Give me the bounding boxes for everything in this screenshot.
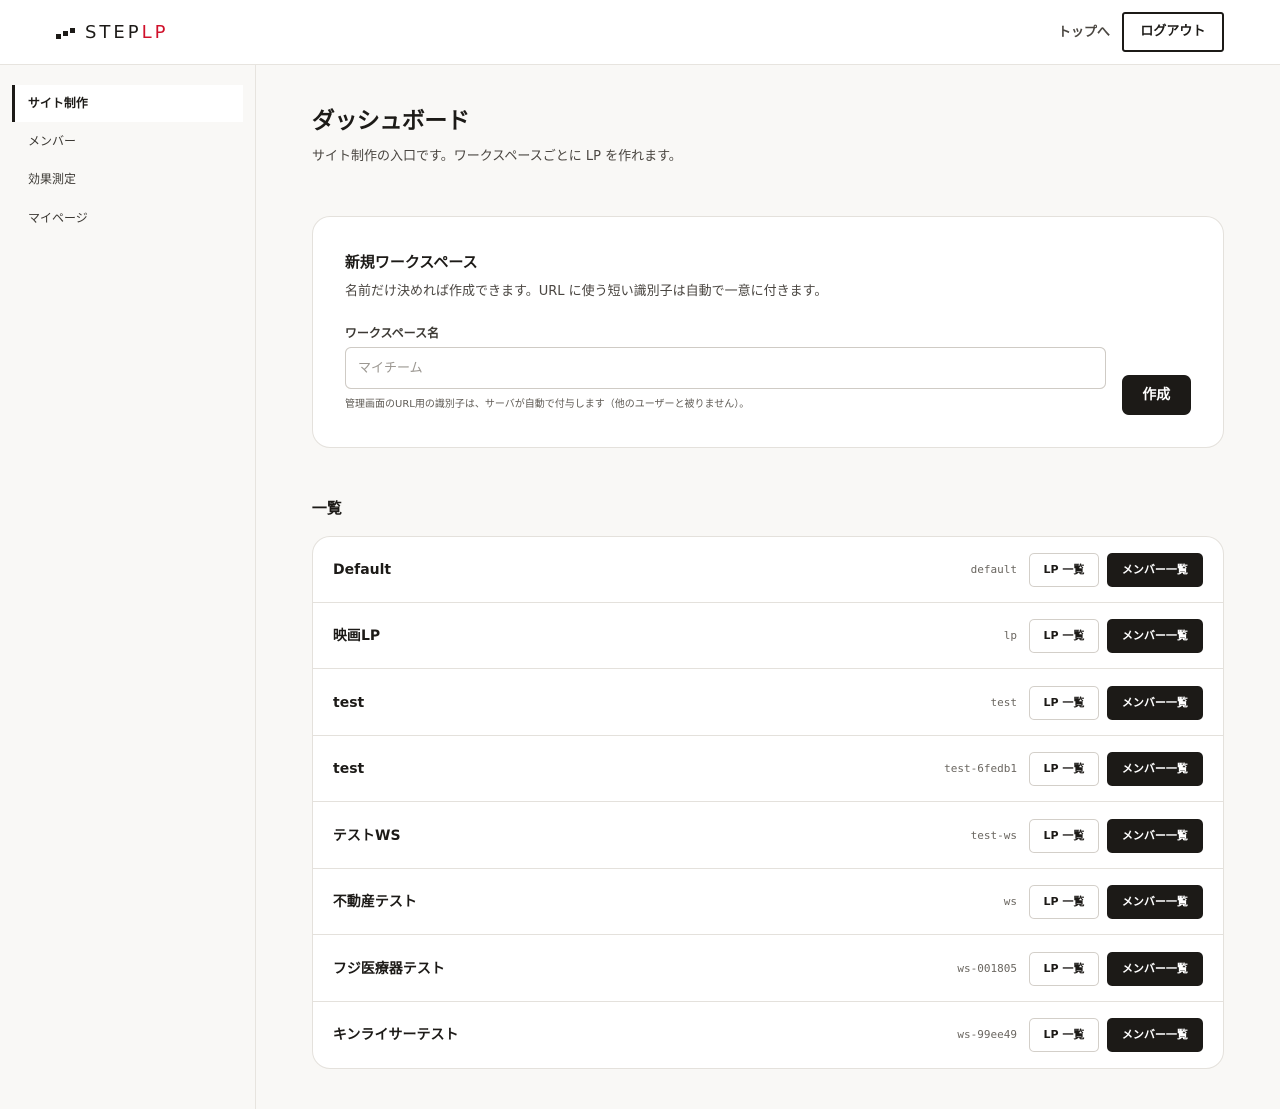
lp-list-button[interactable]: LP 一覧 bbox=[1029, 885, 1099, 919]
workspace-row: Default default LP 一覧 メンバー一覧 bbox=[313, 537, 1223, 603]
sidebar-item-site-creation[interactable]: サイト制作 bbox=[12, 85, 243, 122]
workspace-name: Default bbox=[333, 562, 392, 578]
workspace-slug: ws-99ee49 bbox=[957, 1028, 1017, 1041]
sidebar-item-analytics[interactable]: 効果測定 bbox=[12, 161, 243, 198]
workspace-row: キンライサーテスト ws-99ee49 LP 一覧 メンバー一覧 bbox=[313, 1002, 1223, 1068]
member-list-button[interactable]: メンバー一覧 bbox=[1107, 752, 1203, 786]
logo-steps-icon bbox=[56, 26, 76, 40]
create-workspace-button[interactable]: 作成 bbox=[1122, 375, 1191, 415]
lp-list-button[interactable]: LP 一覧 bbox=[1029, 752, 1099, 786]
workspace-name: test bbox=[333, 695, 365, 711]
workspace-name: キンライサーテスト bbox=[333, 1027, 459, 1043]
sidebar: サイト制作 メンバー 効果測定 マイページ bbox=[0, 65, 256, 1109]
member-list-button[interactable]: メンバー一覧 bbox=[1107, 553, 1203, 587]
logo-text-main: STEP bbox=[85, 22, 142, 43]
lp-list-button[interactable]: LP 一覧 bbox=[1029, 553, 1099, 587]
member-list-button[interactable]: メンバー一覧 bbox=[1107, 1018, 1203, 1052]
app-header: STEPLP トップへ ログアウト bbox=[0, 0, 1280, 65]
sidebar-item-mypage[interactable]: マイページ bbox=[12, 200, 243, 237]
lp-list-button[interactable]: LP 一覧 bbox=[1029, 686, 1099, 720]
lp-list-button[interactable]: LP 一覧 bbox=[1029, 619, 1099, 653]
workspace-slug: test-ws bbox=[970, 829, 1017, 842]
new-workspace-card: 新規ワークスペース 名前だけ決めれば作成できます。URL に使う短い識別子は自動… bbox=[312, 216, 1224, 448]
workspace-slug: ws-001805 bbox=[957, 962, 1017, 975]
workspace-name-hint: 管理画面のURL用の識別子は、サーバが自動で付与します（他のユーザーと被りません… bbox=[345, 399, 750, 410]
workspace-slug: ws bbox=[1003, 895, 1017, 908]
logo-text: STEPLP bbox=[85, 20, 169, 46]
member-list-button[interactable]: メンバー一覧 bbox=[1107, 619, 1203, 653]
logout-button[interactable]: ログアウト bbox=[1122, 12, 1224, 52]
page-title: ダッシュボード bbox=[312, 108, 470, 134]
new-workspace-description: 名前だけ決めれば作成できます。URL に使う短い識別子は自動で一意に付きます。 bbox=[345, 284, 828, 299]
member-list-button[interactable]: メンバー一覧 bbox=[1107, 686, 1203, 720]
workspace-row: 映画LP lp LP 一覧 メンバー一覧 bbox=[313, 603, 1223, 669]
workspace-name: test bbox=[333, 761, 365, 777]
lp-list-button[interactable]: LP 一覧 bbox=[1029, 1018, 1099, 1052]
workspace-name: フジ医療器テスト bbox=[333, 961, 445, 977]
lp-list-button[interactable]: LP 一覧 bbox=[1029, 819, 1099, 853]
member-list-button[interactable]: メンバー一覧 bbox=[1107, 952, 1203, 986]
workspace-name: 不動産テスト bbox=[333, 894, 417, 910]
workspace-slug: lp bbox=[1003, 629, 1017, 642]
steplp-logo[interactable]: STEPLP bbox=[56, 20, 169, 46]
workspace-row: フジ医療器テスト ws-001805 LP 一覧 メンバー一覧 bbox=[313, 936, 1223, 1002]
member-list-button[interactable]: メンバー一覧 bbox=[1107, 819, 1203, 853]
member-list-button[interactable]: メンバー一覧 bbox=[1107, 885, 1203, 919]
workspace-row: テストWS test-ws LP 一覧 メンバー一覧 bbox=[313, 803, 1223, 869]
workspace-slug: test-6fedb1 bbox=[944, 762, 1017, 775]
new-workspace-title: 新規ワークスペース bbox=[345, 253, 478, 271]
workspace-row: 不動産テスト ws LP 一覧 メンバー一覧 bbox=[313, 869, 1223, 935]
workspace-name: テストWS bbox=[333, 828, 401, 844]
workspace-row: test test LP 一覧 メンバー一覧 bbox=[313, 670, 1223, 736]
top-page-link[interactable]: トップへ bbox=[1054, 22, 1114, 44]
workspace-name: 映画LP bbox=[333, 628, 381, 644]
page-description: サイト制作の入口です。ワークスペースごとに LP を作れます。 bbox=[312, 149, 682, 164]
sidebar-item-members[interactable]: メンバー bbox=[12, 123, 243, 160]
workspace-list: Default default LP 一覧 メンバー一覧 映画LP lp LP … bbox=[312, 536, 1224, 1069]
workspace-row: test test-6fedb1 LP 一覧 メンバー一覧 bbox=[313, 736, 1223, 802]
lp-list-button[interactable]: LP 一覧 bbox=[1029, 952, 1099, 986]
workspace-list-title: 一覧 bbox=[312, 499, 343, 517]
workspace-name-label: ワークスペース名 bbox=[345, 326, 440, 340]
workspace-name-input[interactable] bbox=[345, 347, 1106, 389]
logo-text-accent: LP bbox=[141, 22, 169, 43]
workspace-slug: default bbox=[970, 563, 1017, 576]
workspace-slug: test bbox=[990, 696, 1018, 709]
